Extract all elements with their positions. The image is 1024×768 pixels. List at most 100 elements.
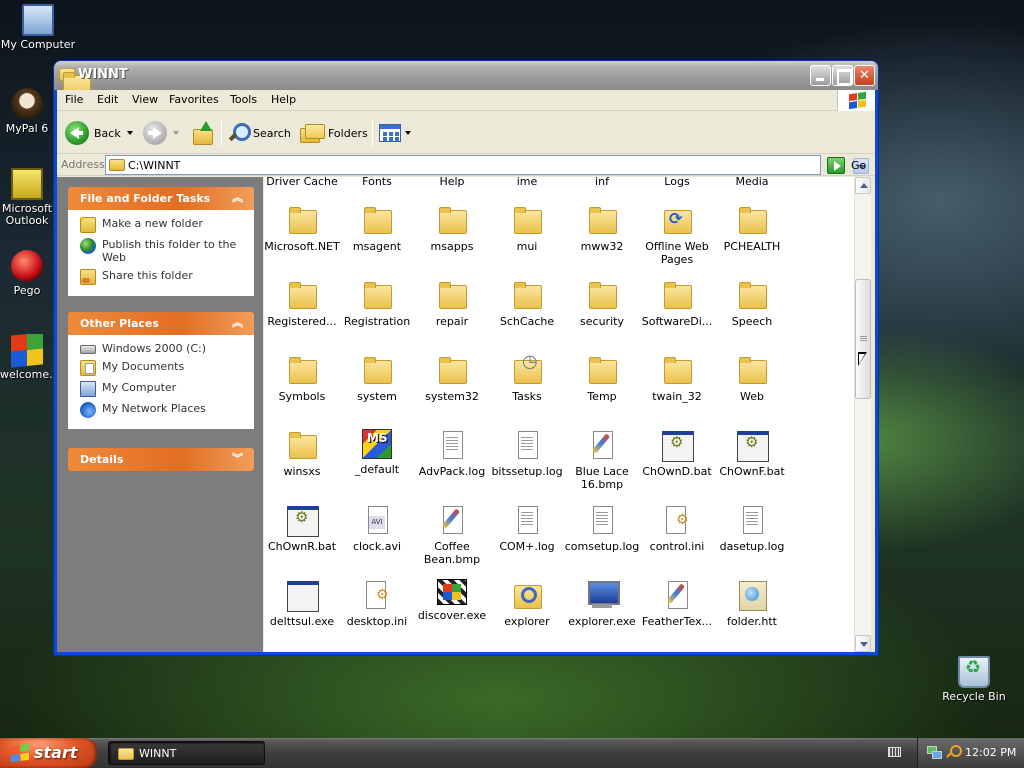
file-item[interactable]: Tasks — [489, 354, 565, 403]
desktop-icon-pego[interactable]: Pego — [0, 250, 54, 297]
scroll-down-button[interactable] — [855, 635, 871, 652]
file-item[interactable]: Fonts — [339, 177, 415, 188]
menu-file[interactable]: File — [65, 93, 83, 106]
file-item[interactable]: FeatherTex... — [639, 579, 715, 628]
file-item[interactable]: control.ini — [639, 504, 715, 553]
vertical-scrollbar[interactable] — [854, 177, 871, 652]
task-share-folder[interactable]: Share this folder — [80, 269, 246, 285]
forward-button[interactable] — [143, 118, 179, 148]
search-tray-icon[interactable] — [946, 745, 962, 759]
desktop-icon-welcome[interactable]: welcome.exe — [0, 334, 54, 381]
file-item[interactable]: _default — [339, 429, 415, 476]
taskbar-button-winnt[interactable]: WINNT — [108, 741, 265, 765]
file-item[interactable]: ChOwnF.bat — [714, 429, 790, 478]
close-button[interactable] — [854, 65, 875, 86]
views-button[interactable] — [379, 118, 411, 148]
file-item[interactable]: folder.htt — [714, 579, 790, 628]
up-folder-button[interactable] — [192, 118, 214, 148]
file-item[interactable]: security — [564, 279, 640, 328]
file-item[interactable]: ime — [489, 177, 565, 188]
panel-header[interactable]: File and Folder Tasks ︽ — [68, 187, 254, 210]
go-button[interactable]: Go — [827, 156, 866, 174]
file-item[interactable]: msagent — [339, 204, 415, 253]
file-item[interactable]: Registration — [339, 279, 415, 328]
menu-view[interactable]: View — [132, 93, 158, 106]
menu-edit[interactable]: Edit — [97, 93, 118, 106]
file-item[interactable]: twain_32 — [639, 354, 715, 403]
minimize-button[interactable] — [810, 65, 831, 86]
file-item[interactable]: SchCache — [489, 279, 565, 328]
search-button[interactable]: Search — [227, 118, 291, 148]
place-my-documents[interactable]: My Documents — [80, 360, 246, 376]
chevron-up-icon[interactable]: ︽ — [230, 190, 245, 205]
keyboard-icon[interactable] — [888, 747, 901, 757]
file-item[interactable]: Web — [714, 354, 790, 403]
start-button[interactable]: start — [0, 738, 97, 768]
file-item[interactable]: Driver Cache — [264, 177, 340, 188]
settings-file-icon — [661, 504, 693, 536]
file-item[interactable]: repair — [414, 279, 490, 328]
file-item[interactable]: Registered... — [264, 279, 340, 328]
file-item[interactable]: inf — [564, 177, 640, 188]
task-publish-web[interactable]: Publish this folder to the Web — [80, 238, 246, 264]
back-button[interactable]: Back — [65, 118, 133, 148]
file-item[interactable]: Blue Lace 16.bmp — [564, 429, 640, 491]
scroll-up-button[interactable] — [855, 177, 871, 194]
maximize-button[interactable] — [832, 65, 853, 86]
file-item[interactable]: dasetup.log — [714, 504, 790, 553]
file-item[interactable]: msapps — [414, 204, 490, 253]
file-item[interactable]: AdvPack.log — [414, 429, 490, 478]
menu-help[interactable]: Help — [271, 93, 296, 106]
desktop-icon-mypal[interactable]: MyPal 6 — [0, 88, 54, 135]
desktop-icon-my-computer[interactable]: My Computer — [0, 4, 76, 51]
file-item[interactable]: Coffee Bean.bmp — [414, 504, 490, 566]
desktop-icon-recycle-bin[interactable]: Recycle Bin — [936, 656, 1012, 703]
clock[interactable]: 12:02 PM — [965, 746, 1016, 759]
file-item[interactable]: Temp — [564, 354, 640, 403]
file-item[interactable]: Help — [414, 177, 490, 188]
panel-header[interactable]: Other Places ︽ — [68, 312, 254, 335]
file-item[interactable]: Microsoft.NET — [264, 204, 340, 253]
file-item[interactable]: Symbols — [264, 354, 340, 403]
file-item[interactable]: mui — [489, 204, 565, 253]
folders-button[interactable]: Folders — [300, 118, 368, 148]
file-item[interactable]: Media — [714, 177, 790, 188]
file-list-view[interactable]: Driver Cache Fonts Help ime inf Logs Media Micr… — [264, 177, 854, 652]
file-item[interactable]: delttsul.exe — [264, 579, 340, 628]
file-item[interactable]: desktop.ini — [339, 579, 415, 628]
file-item[interactable]: ChOwnD.bat — [639, 429, 715, 478]
file-item[interactable]: clock.avi — [339, 504, 415, 553]
panel-header[interactable]: Details ︾ — [68, 448, 254, 471]
file-item[interactable]: discover.exe — [414, 579, 490, 622]
file-item[interactable]: COM+.log — [489, 504, 565, 553]
file-item[interactable]: comsetup.log — [564, 504, 640, 553]
file-item[interactable]: ChOwnR.bat — [264, 504, 340, 553]
place-my-computer[interactable]: My Computer — [80, 381, 246, 397]
menu-favorites[interactable]: Favorites — [169, 93, 219, 106]
title-bar[interactable]: WINNT — [54, 61, 878, 99]
chevron-up-icon[interactable]: ︽ — [230, 315, 245, 330]
place-windows-2000-drive[interactable]: Windows 2000 (C:) — [80, 342, 246, 355]
desktop-icon-outlook[interactable]: Microsoft Outlook — [0, 168, 54, 227]
dropdown-arrow-icon[interactable] — [126, 131, 133, 135]
place-my-network-places[interactable]: My Network Places — [80, 402, 246, 418]
file-item[interactable]: winsxs — [264, 429, 340, 478]
address-input[interactable]: C:\WINNT — [105, 155, 869, 175]
file-item[interactable]: Logs — [639, 177, 715, 188]
task-make-new-folder[interactable]: Make a new folder — [78, 213, 246, 233]
file-item[interactable]: explorer — [489, 579, 565, 628]
menu-tools[interactable]: Tools — [230, 93, 257, 106]
file-item[interactable]: bitssetup.log — [489, 429, 565, 478]
file-item[interactable]: system — [339, 354, 415, 403]
dropdown-arrow-icon[interactable] — [173, 131, 179, 135]
file-item[interactable]: SoftwareDi... — [639, 279, 715, 328]
file-item[interactable]: mww32 — [564, 204, 640, 253]
file-item[interactable]: Offline Web Pages — [639, 204, 715, 266]
network-tray-icon[interactable] — [927, 746, 942, 759]
scroll-thumb[interactable] — [855, 279, 871, 399]
file-item[interactable]: PCHEALTH — [714, 204, 790, 253]
file-item[interactable]: system32 — [414, 354, 490, 403]
chevron-down-icon[interactable]: ︾ — [230, 451, 245, 466]
file-item[interactable]: explorer.exe — [564, 579, 640, 628]
file-item[interactable]: Speech — [714, 279, 790, 328]
